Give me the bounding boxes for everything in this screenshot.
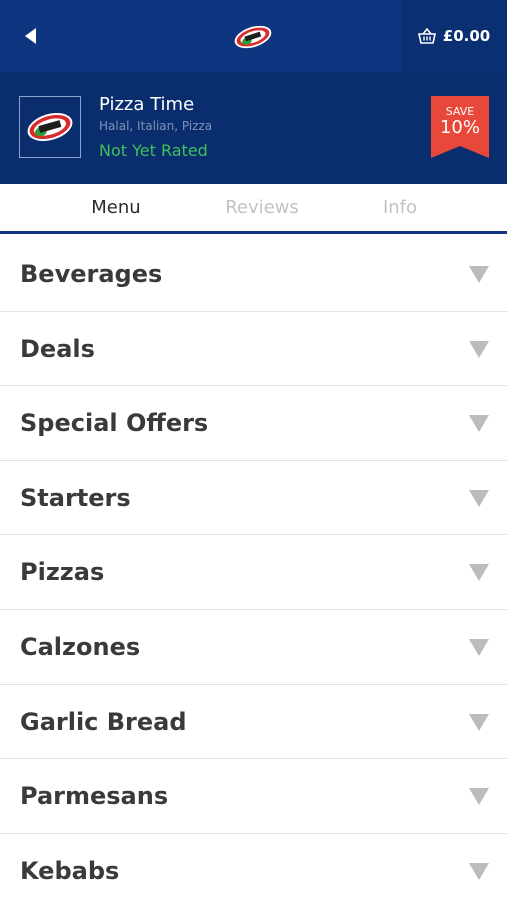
basket-icon [417,28,436,44]
category-row-starters[interactable]: Starters [0,460,507,536]
cart-button[interactable]: £0.00 [401,0,507,72]
category-label: Beverages [20,260,163,288]
category-label: Starters [20,483,131,512]
pizza-time-logo [234,25,272,49]
restaurant-rating: Not Yet Rated [99,141,208,160]
category-label: Special Offers [20,409,209,438]
category-row-deals[interactable]: Deals [0,311,507,387]
back-button[interactable] [0,0,60,72]
chevron-down-icon [469,266,489,283]
chevron-down-icon [469,340,489,358]
top-bar: £0.00 [0,0,507,72]
category-row-kebabs[interactable]: Kebabs [0,833,507,900]
restaurant-name: Pizza Time [99,94,195,115]
category-row-pizzas[interactable]: Pizzas [0,535,507,610]
category-label: Calzones [20,632,141,661]
tab-bar: Menu Reviews Info [0,184,507,234]
category-label: Deals [20,334,95,363]
chevron-down-icon [469,638,489,656]
tab-info[interactable]: Info [340,184,460,231]
tab-reviews[interactable]: Reviews [202,184,322,231]
chevron-down-icon [469,489,489,507]
category-label: Kebabs [20,856,120,885]
save-badge: SAVE 10% [431,96,489,158]
category-row-beverages[interactable]: Beverages [0,237,507,312]
restaurant-cuisine: Halal, Italian, Pizza [99,119,213,133]
cart-total: £0.00 [442,27,491,45]
chevron-down-icon [469,713,489,731]
menu-category-list: Beverages Deals Special Offers Starters … [0,237,507,900]
category-row-parmesans[interactable]: Parmesans [0,759,507,834]
category-row-special-offers[interactable]: Special Offers [0,386,507,461]
restaurant-logo [19,96,81,158]
chevron-down-icon [469,564,489,582]
restaurant-header: Pizza Time Halal, Italian, Pizza Not Yet… [0,72,507,184]
tab-menu[interactable]: Menu [56,184,176,231]
category-label: Pizzas [20,558,105,587]
save-percent: 10% [439,117,480,138]
category-label: Garlic Bread [20,707,187,736]
back-arrow-icon [25,28,36,44]
category-label: Parmesans [20,782,169,811]
chevron-down-icon [469,788,489,806]
category-row-garlic-bread[interactable]: Garlic Bread [0,684,507,760]
category-row-calzones[interactable]: Calzones [0,609,507,685]
chevron-down-icon [469,862,489,880]
chevron-down-icon [469,415,489,433]
